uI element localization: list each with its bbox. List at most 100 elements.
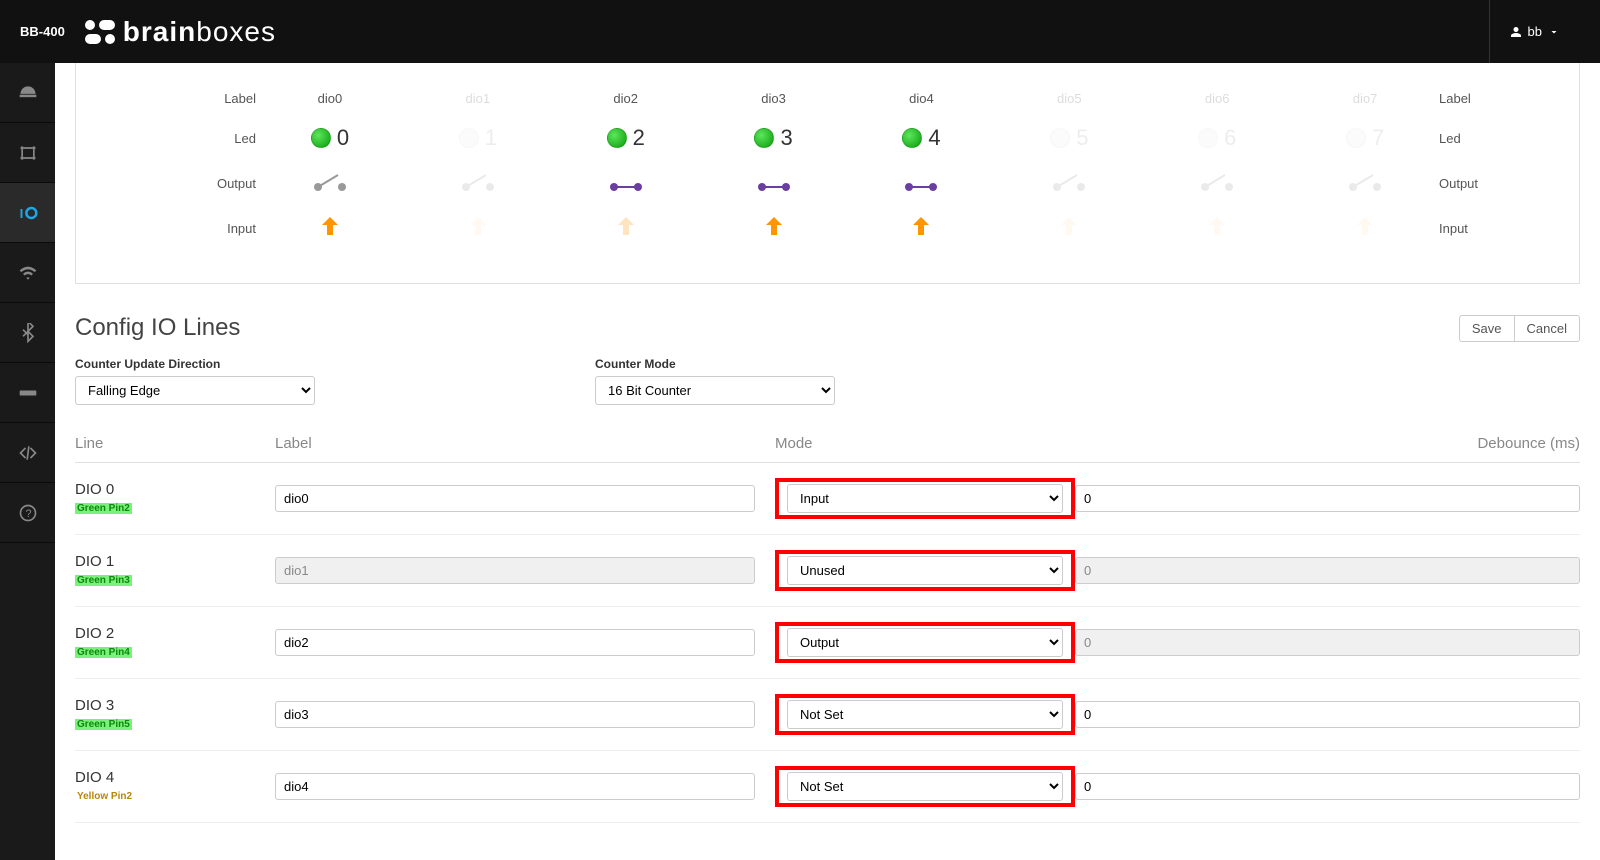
line-name: DIO 4 — [75, 769, 275, 786]
debounce-input — [1075, 557, 1580, 584]
arrow-up-icon — [909, 215, 933, 239]
dio-output-switch[interactable] — [552, 173, 700, 193]
dio-col-label: dio1 — [404, 91, 552, 106]
bluetooth-icon — [18, 323, 38, 343]
arrow-up-icon — [762, 215, 786, 239]
led-icon — [311, 128, 331, 148]
row-label-label-right: Label — [1439, 91, 1559, 106]
nav-serial[interactable] — [0, 363, 55, 423]
debounce-input[interactable] — [1075, 485, 1580, 512]
switch-icon — [606, 173, 646, 193]
led-icon — [607, 128, 627, 148]
switch-icon — [310, 173, 350, 193]
arrow-up-icon — [466, 215, 490, 239]
led-icon — [1346, 128, 1366, 148]
cm-select[interactable]: 16 Bit Counter — [595, 376, 835, 405]
dio-led: 5 — [995, 125, 1143, 151]
row-label-label-left: Label — [96, 91, 256, 106]
mode-select[interactable]: Not Set — [787, 700, 1063, 729]
dio-input-arrow — [995, 215, 1143, 242]
mode-select[interactable]: Input — [787, 484, 1063, 513]
nav-dashboard[interactable] — [0, 63, 55, 123]
table-row: DIO 1 Green Pin3 Unused — [75, 535, 1580, 607]
label-input[interactable] — [275, 701, 755, 728]
row-label-input-right: Input — [1439, 221, 1559, 236]
label-input — [275, 557, 755, 584]
code-icon — [18, 443, 38, 463]
brand-logo: brainboxes — [85, 16, 276, 48]
config-header: Config IO Lines Save Cancel — [75, 314, 1580, 342]
switch-icon — [754, 173, 794, 193]
pin-badge: Green Pin5 — [75, 719, 132, 730]
io-icon: I — [18, 203, 38, 223]
dio-col-label: dio3 — [700, 91, 848, 106]
topbar: BB-400 brainboxes bb — [0, 0, 1600, 63]
line-name: DIO 0 — [75, 481, 275, 498]
arrow-up-icon — [1205, 215, 1229, 239]
dio-output-switch[interactable] — [995, 173, 1143, 193]
chevron-down-icon — [1548, 26, 1560, 38]
help-icon: ? — [18, 503, 38, 523]
dio-output-switch[interactable] — [848, 173, 996, 193]
th-line: Line — [75, 435, 275, 452]
dio-output-switch[interactable] — [1291, 173, 1439, 193]
dio-col-label: dio2 — [552, 91, 700, 106]
dio-col-label: dio5 — [995, 91, 1143, 106]
io-lines-table: Line Label Mode Debounce (ms) DIO 0 Gree… — [75, 425, 1580, 823]
main-content: Label dio0dio1dio2dio3dio4dio5dio6dio7 L… — [55, 63, 1600, 860]
dio-output-switch[interactable] — [404, 173, 552, 193]
mode-select[interactable]: Not Set — [787, 772, 1063, 801]
led-icon — [1198, 128, 1218, 148]
table-row: DIO 3 Green Pin5 Not Set — [75, 679, 1580, 751]
switch-icon — [1345, 173, 1385, 193]
nav-network[interactable] — [0, 123, 55, 183]
line-name: DIO 2 — [75, 625, 275, 642]
table-row: DIO 2 Green Pin4 Output — [75, 607, 1580, 679]
pin-badge: Green Pin4 — [75, 647, 132, 658]
save-button[interactable]: Save — [1459, 315, 1514, 342]
dio-col-label: dio6 — [1143, 91, 1291, 106]
debounce-input[interactable] — [1075, 773, 1580, 800]
label-input[interactable] — [275, 773, 755, 800]
dio-output-switch[interactable] — [700, 173, 848, 193]
io-status-panel: Label dio0dio1dio2dio3dio4dio5dio6dio7 L… — [75, 63, 1580, 284]
device-model: BB-400 — [20, 24, 65, 39]
dio-input-arrow — [256, 215, 404, 242]
cancel-button[interactable]: Cancel — [1514, 315, 1580, 342]
svg-text:?: ? — [25, 508, 31, 520]
gauge-icon — [18, 83, 38, 103]
dio-input-arrow — [1143, 215, 1291, 242]
dio-output-switch[interactable] — [256, 173, 404, 193]
dio-input-arrow — [700, 215, 848, 242]
cud-label: Counter Update Direction — [75, 357, 555, 371]
nav-bluetooth[interactable] — [0, 303, 55, 363]
serial-icon — [18, 383, 38, 403]
dio-input-arrow — [1291, 215, 1439, 242]
dio-led: 3 — [700, 125, 848, 151]
mode-select[interactable]: Unused — [787, 556, 1063, 585]
nav-io[interactable]: I — [0, 183, 55, 243]
th-debounce: Debounce (ms) — [1075, 435, 1580, 452]
network-icon — [18, 143, 38, 163]
user-icon — [1510, 26, 1522, 38]
label-input[interactable] — [275, 629, 755, 656]
nav-code[interactable] — [0, 423, 55, 483]
label-input[interactable] — [275, 485, 755, 512]
nav-help[interactable]: ? — [0, 483, 55, 543]
table-row: DIO 4 Yellow Pin2 Not Set — [75, 751, 1580, 823]
nav-wifi[interactable] — [0, 243, 55, 303]
pin-badge: Green Pin3 — [75, 575, 132, 586]
config-title: Config IO Lines — [75, 314, 240, 342]
dio-output-switch[interactable] — [1143, 173, 1291, 193]
row-label-output-right: Output — [1439, 176, 1559, 191]
mode-select[interactable]: Output — [787, 628, 1063, 657]
user-menu[interactable]: bb — [1489, 0, 1580, 63]
debounce-input[interactable] — [1075, 701, 1580, 728]
dio-input-arrow — [848, 215, 996, 242]
dio-col-label: dio0 — [256, 91, 404, 106]
arrow-up-icon — [1353, 215, 1377, 239]
led-icon — [902, 128, 922, 148]
row-label-output-left: Output — [96, 176, 256, 191]
wifi-icon — [18, 263, 38, 283]
cud-select[interactable]: Falling Edge — [75, 376, 315, 405]
